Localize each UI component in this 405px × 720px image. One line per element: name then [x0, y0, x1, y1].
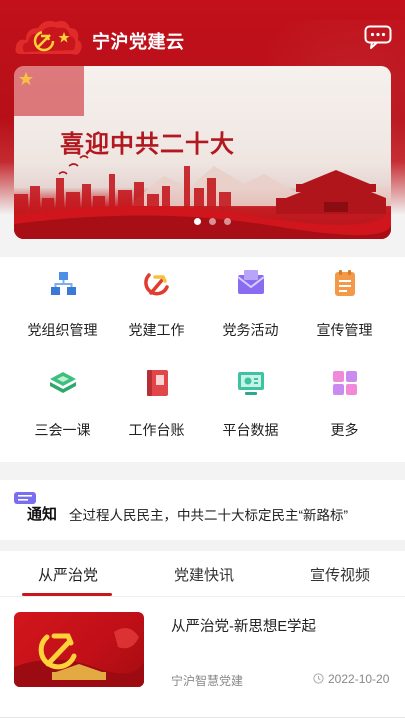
menu-item-label: 党务活动 [222, 322, 279, 338]
clock-icon [313, 673, 324, 684]
ledger-icon [147, 370, 168, 396]
carousel-dot[interactable] [194, 218, 201, 225]
carousel-dot[interactable] [209, 218, 216, 225]
menu-item-label: 更多 [330, 422, 359, 438]
menu-item-three-meetings[interactable]: 三会一课 [12, 357, 113, 452]
menu-item-label: 宣传管理 [316, 322, 373, 338]
menu-item-label: 党建工作 [128, 322, 185, 338]
party-emblem-icon [14, 628, 144, 687]
article-title: 从严治党-新思想E学起 [171, 619, 316, 635]
menu-item-publicity[interactable]: 宣传管理 [294, 257, 395, 352]
monitor-icon [238, 372, 264, 395]
notice-text[interactable]: 全过程人民民主，中共二十大标定民主“新路标” [69, 504, 348, 524]
menu-item-party-org[interactable]: 党组织管理 [12, 257, 113, 352]
top-bar: 宁沪党建云 [0, 0, 405, 72]
menu-item-platform-data[interactable]: 平台数据 [200, 357, 301, 452]
chat-bubble-icon[interactable] [364, 25, 392, 49]
carousel-dot[interactable] [224, 218, 231, 225]
news-section: 从严治党 党建快讯 宣传视频 从严治党-新思想E学起 宁沪智慧党建 2022-1… [0, 551, 405, 720]
notepad-icon [335, 270, 355, 296]
function-menu-grid: 党组织管理 党建工作 党务活动 宣传管理 三会一课 工作台账 平台数据 更多 [0, 257, 405, 462]
article-thumbnail [14, 612, 144, 687]
article-item[interactable]: 从严治党-新思想E学起 宁沪智慧党建 2022-10-20 [0, 597, 405, 720]
active-tab-indicator [22, 593, 112, 596]
menu-item-label: 三会一课 [34, 422, 91, 438]
menu-item-party-activity[interactable]: 党务活动 [200, 257, 301, 352]
article-source: 宁沪智慧党建 [171, 674, 244, 688]
more-grid-icon [333, 371, 357, 395]
org-chart-icon [51, 272, 76, 295]
carousel-indicator [194, 218, 231, 225]
menu-item-label: 工作台账 [128, 422, 185, 438]
tab-strict-governance[interactable]: 从严治党 [38, 564, 98, 585]
menu-item-work-ledger[interactable]: 工作台账 [106, 357, 207, 452]
notice-bar[interactable]: 通知 全过程人民民主，中共二十大标定民主“新路标” [0, 480, 405, 540]
menu-item-party-work[interactable]: 党建工作 [106, 257, 207, 352]
menu-item-label: 平台数据 [222, 422, 279, 438]
tab-party-news[interactable]: 党建快讯 [174, 564, 234, 585]
hero-banner[interactable]: 喜迎中共二十大 [14, 66, 391, 239]
article-date: 2022-10-20 [328, 672, 390, 686]
menu-item-more[interactable]: 更多 [294, 357, 395, 452]
notice-label: 通知 [27, 506, 58, 523]
app-title: 宁沪党建云 [92, 32, 185, 52]
menu-item-label: 党组织管理 [27, 322, 98, 338]
news-tabs: 从严治党 党建快讯 宣传视频 [0, 551, 405, 597]
divider [0, 717, 405, 718]
tab-promo-videos[interactable]: 宣传视频 [310, 564, 370, 585]
party-emblem-icon [144, 273, 169, 296]
book-stack-icon [50, 372, 76, 393]
party-cloud-logo [15, 20, 82, 55]
banner-headline: 喜迎中共二十大 [60, 129, 235, 158]
mail-icon [237, 270, 265, 294]
